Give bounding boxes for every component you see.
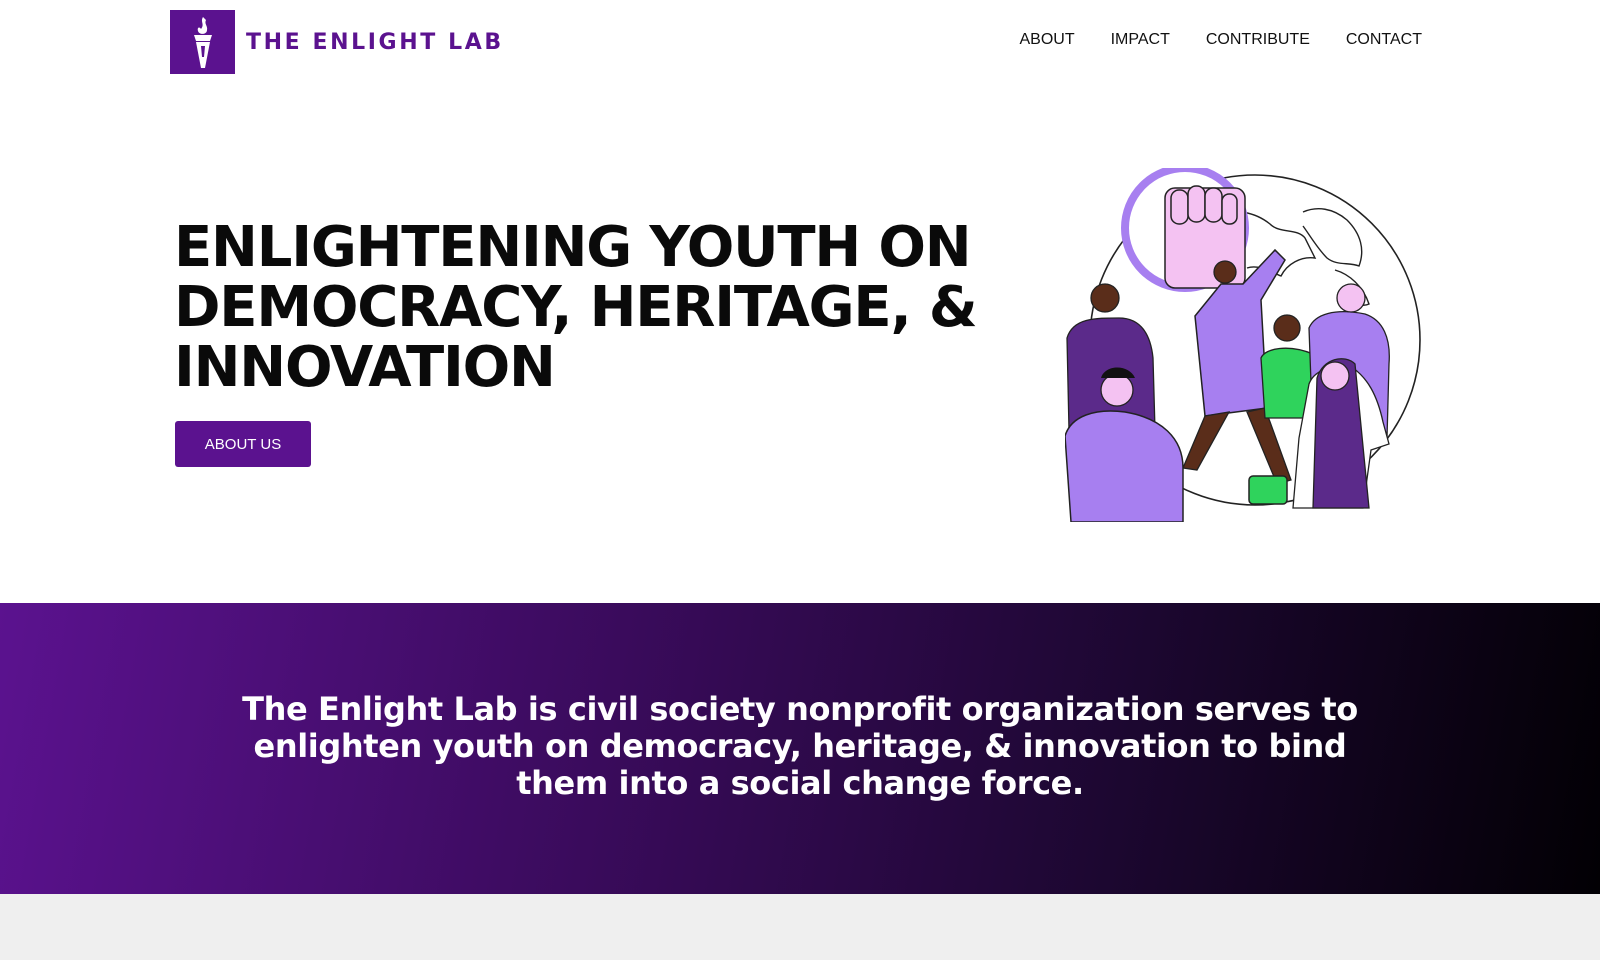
nav-contact[interactable]: CONTACT [1346,31,1422,49]
nav-contribute[interactable]: CONTRIBUTE [1206,31,1310,49]
hero-title: ENLIGHTENING YOUTH ON DEMOCRACY, HERITAG… [174,215,978,400]
site-header: THE ENLIGHT LAB ABOUT IMPACT CONTRIBUTE … [0,0,1600,84]
next-section-band [0,894,1600,960]
nav-about[interactable]: ABOUT [1019,31,1074,49]
brand-name: THE ENLIGHT LAB [246,29,504,55]
about-us-button[interactable]: ABOUT US [175,421,311,467]
site-logo[interactable]: THE ENLIGHT LAB [170,10,504,74]
protest-crowd-globe-illustration [1064,164,1425,523]
nav-impact[interactable]: IMPACT [1111,31,1170,49]
mission-banner: The Enlight Lab is civil society nonprof… [0,603,1600,894]
main-nav: ABOUT IMPACT CONTRIBUTE CONTACT [1019,31,1422,49]
torch-icon [170,10,235,74]
mission-statement: The Enlight Lab is civil society nonprof… [242,690,1358,802]
